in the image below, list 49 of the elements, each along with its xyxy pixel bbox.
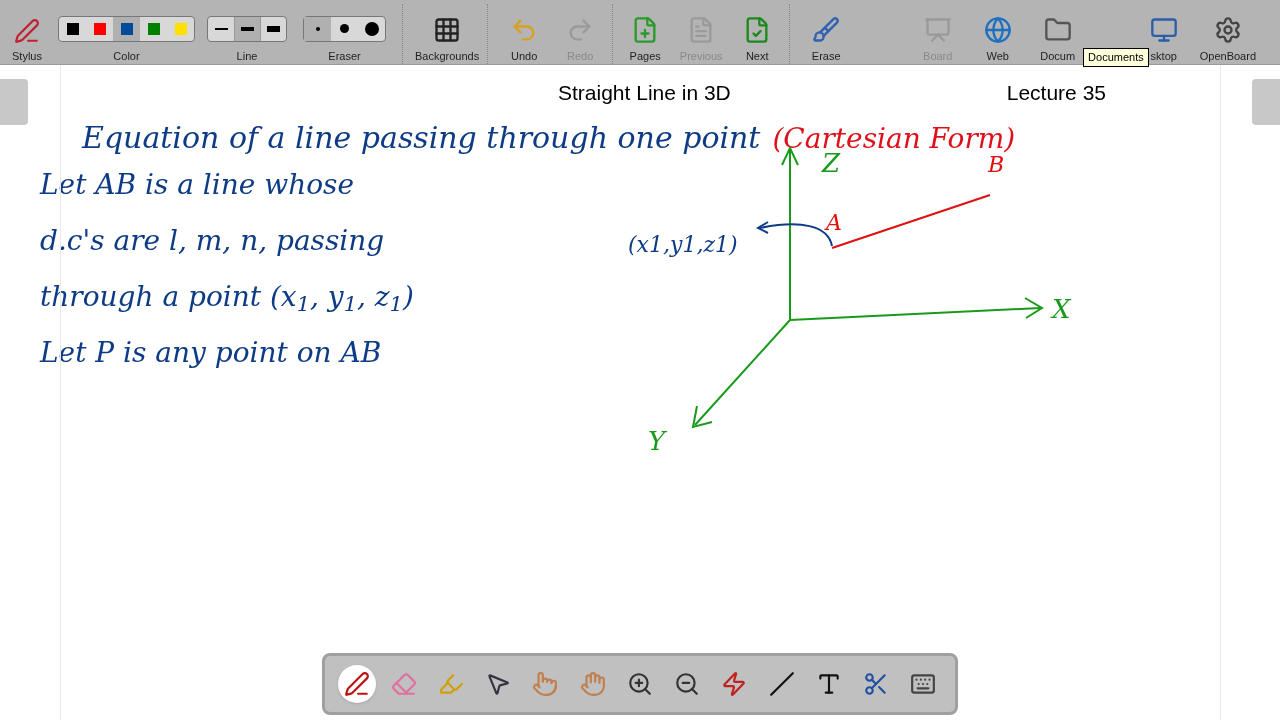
handwritten-heading: Equation of a line passing through one point [82,118,761,157]
hand-pointer-icon [532,671,559,697]
lecture-number: Lecture 35 [1006,80,1106,106]
left-panel-handle[interactable] [0,79,28,125]
x-label: X [1052,293,1071,324]
toolbar-button[interactable]: Undo [496,4,553,64]
right-panel-handle[interactable] [1252,79,1280,125]
line-width-option[interactable] [234,16,260,41]
handwritten-line: Let AB is a line whose [40,166,356,203]
point-a-label: A [826,209,842,235]
keyboard-icon [910,671,937,697]
y-label: Y [648,425,666,456]
monitor-icon [1149,15,1178,44]
pointer-icon [485,671,512,697]
handwritten-line: Let P is any point on AB [40,334,383,371]
lecture-title: Straight Line in 3D [558,80,731,106]
folder-icon [1043,15,1072,44]
tooltip: Documents [1083,48,1149,67]
toolbar-button[interactable]: Next [729,4,786,64]
toolbar-button[interactable]: Backgrounds [411,4,484,64]
handwritten-line: d.c's are l, m, n, passing [40,222,386,259]
eraser-label: Eraser [328,48,361,64]
board-icon [923,15,952,44]
pen-icon [343,671,370,697]
eraser-icon [390,671,417,697]
color-label: Color [113,48,140,64]
toolbar-button[interactable]: Pages [617,4,674,64]
zoom-out-icon [674,671,701,697]
color-swatch[interactable] [113,16,140,41]
toolbar-button[interactable]: Docum [1029,4,1086,64]
toolbar-button[interactable]: Erase [798,4,855,64]
toolbar-button[interactable]: OpenBoard [1195,4,1260,64]
z-label: Z [822,147,841,178]
marker-icon [438,671,465,697]
point-b-label: B [988,151,1005,177]
hand-icon [579,671,606,697]
globe-icon [983,15,1012,44]
pen-icon [14,17,40,44]
scissors-icon [863,671,889,697]
line-icon [768,671,795,697]
toolbar-button[interactable]: Web [969,4,1026,64]
settings-icon [1213,15,1242,44]
stylus-button[interactable]: Stylus [4,4,50,64]
handwritten-line: through a point (x$_{1}$, y$_{1}$, z$_{1}$) [40,278,415,318]
zoom-in-icon [626,671,653,697]
grid-icon [433,15,462,44]
tool-button[interactable] [337,665,376,703]
line-label: Line [236,48,258,64]
point-coordinates: (x1,y1,z1) [628,231,738,257]
